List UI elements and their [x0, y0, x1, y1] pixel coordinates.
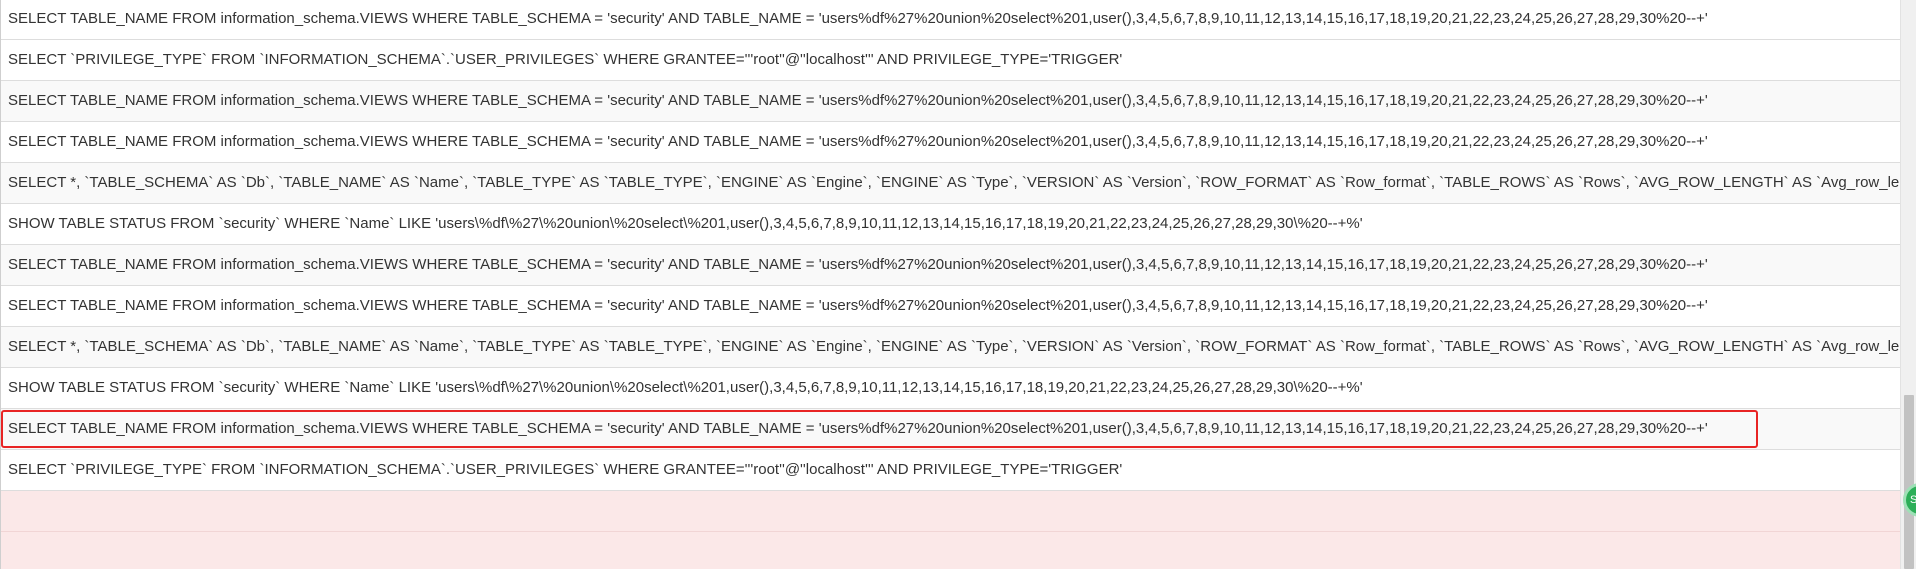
sql-query-text: SELECT TABLE_NAME FROM information_schem…	[8, 256, 1708, 273]
floating-button-label: S	[1910, 494, 1916, 506]
sql-log-row[interactable]: SELECT TABLE_NAME FROM information_schem…	[0, 0, 1900, 40]
sql-query-text: SELECT TABLE_NAME FROM information_schem…	[8, 297, 1708, 314]
sql-log-row[interactable]: SELECT `PRIVILEGE_TYPE` FROM `INFORMATIO…	[0, 450, 1900, 491]
sql-query-text: SHOW TABLE STATUS FROM `security` WHERE …	[8, 379, 1363, 396]
sql-query-text: SELECT `PRIVILEGE_TYPE` FROM `INFORMATIO…	[8, 51, 1123, 68]
scrollbar-thumb[interactable]	[1904, 395, 1914, 569]
empty-row	[0, 532, 1900, 569]
sql-log-row[interactable]: SHOW TABLE STATUS FROM `security` WHERE …	[0, 204, 1900, 245]
sql-log-row[interactable]: SELECT *, `TABLE_SCHEMA` AS `Db`, `TABLE…	[0, 327, 1900, 368]
sql-log-row[interactable]: SELECT TABLE_NAME FROM information_schem…	[0, 245, 1900, 286]
sql-log-row-highlighted[interactable]: SELECT TABLE_NAME FROM information_schem…	[0, 409, 1900, 450]
sql-query-text: SELECT *, `TABLE_SCHEMA` AS `Db`, `TABLE…	[8, 174, 1900, 191]
sql-query-text: SELECT TABLE_NAME FROM information_schem…	[8, 133, 1708, 150]
sql-query-text: SHOW TABLE STATUS FROM `security` WHERE …	[8, 215, 1363, 232]
sql-log-row[interactable]: SHOW TABLE STATUS FROM `security` WHERE …	[0, 368, 1900, 409]
sql-query-text: SELECT *, `TABLE_SCHEMA` AS `Db`, `TABLE…	[8, 338, 1900, 355]
sql-log-row[interactable]: SELECT TABLE_NAME FROM information_schem…	[0, 81, 1900, 122]
sql-query-text: SELECT TABLE_NAME FROM information_schem…	[8, 420, 1708, 437]
sql-log-row[interactable]: SELECT `PRIVILEGE_TYPE` FROM `INFORMATIO…	[0, 40, 1900, 81]
sql-log-row[interactable]: SELECT TABLE_NAME FROM information_schem…	[0, 122, 1900, 163]
sql-log-row[interactable]: SELECT TABLE_NAME FROM information_schem…	[0, 286, 1900, 327]
sql-query-text: SELECT TABLE_NAME FROM information_schem…	[8, 92, 1708, 109]
table-left-border	[0, 0, 1, 569]
sql-log-row[interactable]: SELECT *, `TABLE_SCHEMA` AS `Db`, `TABLE…	[0, 163, 1900, 204]
sql-log-table: SELECT TABLE_NAME FROM information_schem…	[0, 0, 1900, 569]
sql-query-text: SELECT TABLE_NAME FROM information_schem…	[8, 10, 1708, 27]
empty-row	[0, 491, 1900, 532]
sql-query-text: SELECT `PRIVILEGE_TYPE` FROM `INFORMATIO…	[8, 461, 1123, 478]
